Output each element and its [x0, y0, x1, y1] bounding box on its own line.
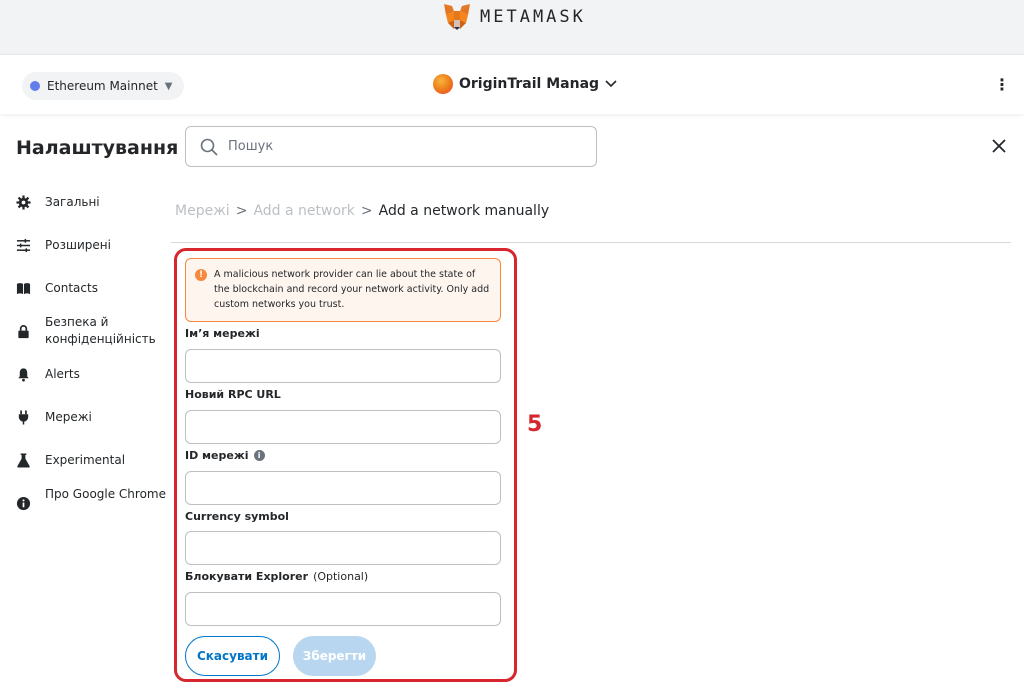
- sidebar-item-general[interactable]: Загальні: [16, 194, 166, 211]
- top-brand-bar: METAMASK: [0, 0, 1024, 54]
- chevron-down-icon: ▼: [164, 80, 173, 92]
- breadcrumb-networks[interactable]: Мережі: [175, 203, 230, 219]
- network-selector[interactable]: Ethereum Mainnet ▼: [22, 72, 185, 100]
- sliders-icon: [16, 238, 31, 253]
- divider: [171, 242, 1011, 243]
- sidebar-item-about[interactable]: Про Google Chrome: [16, 486, 166, 511]
- fox-icon: [444, 4, 470, 30]
- sidebar-item-label: Про Google Chrome: [45, 487, 166, 501]
- sidebar-item-label: Мережі: [45, 410, 92, 424]
- network-label: Ethereum Mainnet: [47, 79, 158, 93]
- sidebar-item-experimental[interactable]: Experimental: [16, 452, 166, 469]
- sidebar-item-label: Розширені: [45, 238, 111, 252]
- book-icon: [16, 281, 31, 296]
- sidebar-item-alerts[interactable]: Alerts: [16, 366, 166, 383]
- annotation-step-number: 5: [527, 412, 543, 437]
- sidebar-item-advanced[interactable]: Розширені: [16, 237, 166, 254]
- sidebar-item-security[interactable]: Безпека й конфіденційність: [16, 314, 166, 348]
- sidebar-item-contacts[interactable]: Contacts: [16, 280, 166, 297]
- search-input[interactable]: [228, 139, 568, 154]
- sidebar-item-networks[interactable]: Мережі: [16, 409, 166, 426]
- app-header: Ethereum Mainnet ▼ OriginTrail Manag ⋮: [0, 54, 1024, 114]
- sidebar-item-label: Загальні: [45, 195, 100, 209]
- breadcrumb-current: Add a network manually: [378, 203, 550, 219]
- gear-icon: [16, 195, 31, 210]
- annotation-highlight-box: [174, 248, 517, 682]
- sidebar-item-label: Безпека й конфіденційність: [45, 315, 156, 346]
- account-avatar: [433, 74, 453, 94]
- breadcrumb-separator: >: [235, 203, 248, 219]
- search-box[interactable]: [185, 126, 597, 167]
- close-icon[interactable]: [990, 137, 1008, 155]
- info-icon: [16, 496, 31, 511]
- page-title: Налаштування: [16, 137, 179, 159]
- flask-icon: [16, 453, 31, 468]
- breadcrumb-separator: >: [360, 203, 373, 219]
- breadcrumb-add-network[interactable]: Add a network: [253, 203, 354, 219]
- sidebar-item-label: Alerts: [45, 367, 80, 381]
- ethereum-icon: [30, 81, 40, 91]
- account-selector[interactable]: OriginTrail Manag: [433, 74, 617, 94]
- chevron-down-icon: [605, 80, 617, 88]
- lock-icon: [16, 324, 31, 339]
- metamask-logo: METAMASK: [442, 3, 586, 31]
- brand-name: METAMASK: [480, 7, 586, 27]
- search-icon: [200, 138, 218, 156]
- breadcrumb: Мережі > Add a network > Add a network m…: [175, 203, 549, 219]
- sidebar-item-label: Contacts: [45, 281, 98, 295]
- more-options-icon[interactable]: ⋮: [994, 75, 1010, 94]
- bell-icon: [16, 367, 31, 382]
- plug-icon: [16, 410, 31, 425]
- account-name: OriginTrail Manag: [459, 76, 600, 92]
- sidebar-item-label: Experimental: [45, 453, 126, 467]
